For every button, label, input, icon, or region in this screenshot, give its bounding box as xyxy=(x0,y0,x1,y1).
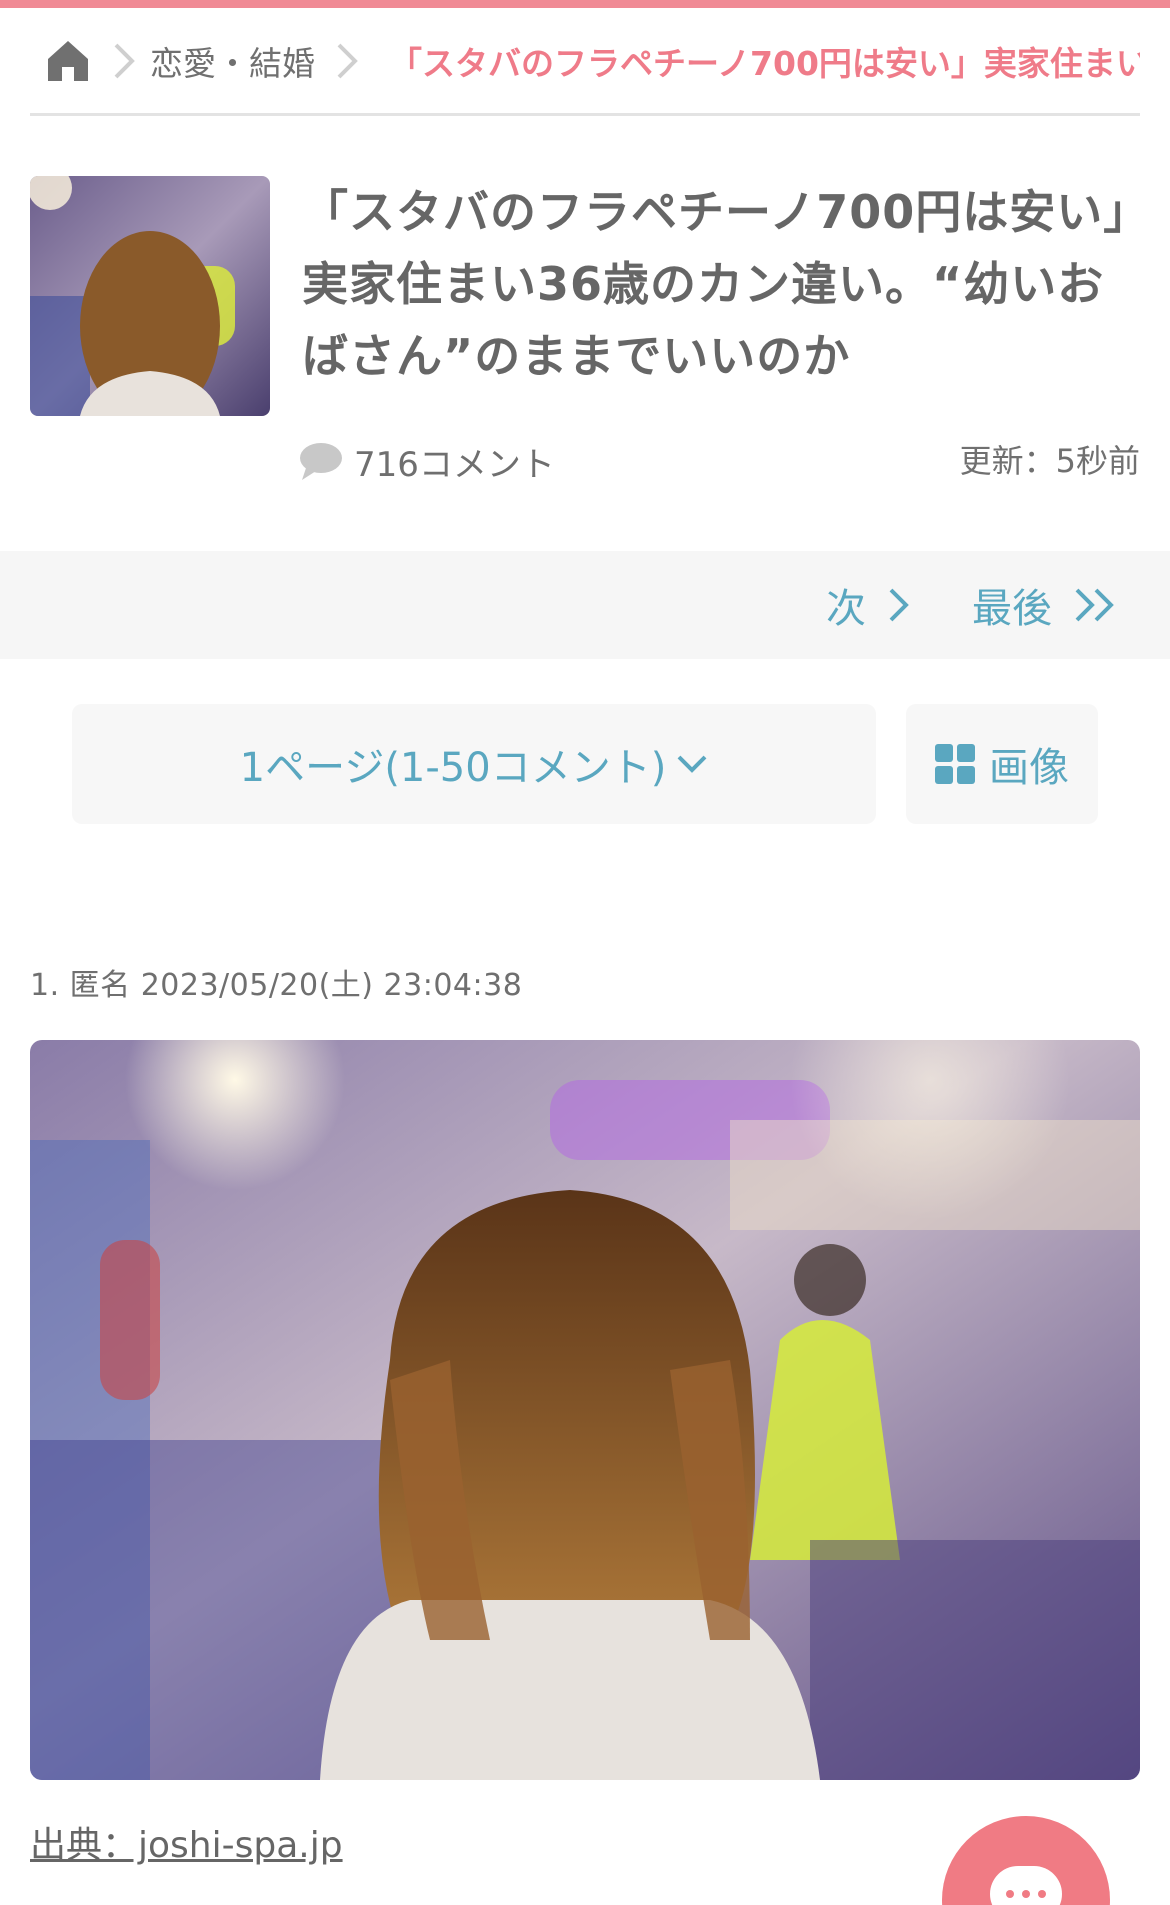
chevron-down-icon xyxy=(676,753,708,775)
page-select-dropdown[interactable]: 1ページ(1-50コメント) xyxy=(72,704,876,824)
image-button-label: 画像 xyxy=(989,745,1069,791)
image-view-button[interactable]: 画像 xyxy=(906,704,1098,824)
article-thumbnail xyxy=(30,176,270,416)
double-chevron-right-icon xyxy=(1074,587,1118,623)
next-page-button[interactable]: 次 xyxy=(826,551,910,659)
breadcrumb: 恋愛・結婚 「スタバのフラペチーノ700円は安い」実家住まい36歳のカン違い。“… xyxy=(30,8,1140,116)
breadcrumb-category-link[interactable]: 恋愛・結婚 xyxy=(150,37,315,85)
chevron-right-icon xyxy=(888,587,910,623)
article-title: 「スタバのフラペチーノ700円は安い」実家住まい36歳のカン違い。“幼いおばさん… xyxy=(302,185,1128,383)
grid-icon xyxy=(935,744,975,784)
comment-count-label: 716コメント xyxy=(354,444,555,485)
chevron-right-icon xyxy=(112,41,136,81)
source-link[interactable]: 出典：joshi-spa.jp xyxy=(30,1816,343,1868)
breadcrumb-current: 「スタバのフラペチーノ700円は安い」実家住まい36歳のカン違い。“幼いおばさん… xyxy=(389,43,1140,83)
top-accent-bar xyxy=(0,0,1170,8)
chevron-right-icon xyxy=(335,41,359,81)
pager-bar: 次 最後 xyxy=(0,551,1170,659)
comment-bubble-icon xyxy=(300,443,342,480)
last-label: 最後 xyxy=(972,586,1052,632)
updated-time: 更新：5秒前 xyxy=(959,442,1140,480)
comment-count[interactable]: 716コメント xyxy=(298,436,555,486)
comment-meta: 1. 匿名 2023/05/20(土) 23:04:38 xyxy=(30,968,523,1003)
comment-image[interactable] xyxy=(30,1040,1140,1780)
comment-compose-button[interactable] xyxy=(942,1816,1110,1905)
page-select-label: 1ページ(1-50コメント) xyxy=(239,745,667,791)
last-page-button[interactable]: 最後 xyxy=(972,551,1118,659)
next-label: 次 xyxy=(826,586,866,632)
chat-bubble-icon xyxy=(990,1866,1062,1905)
home-icon[interactable] xyxy=(44,37,92,85)
